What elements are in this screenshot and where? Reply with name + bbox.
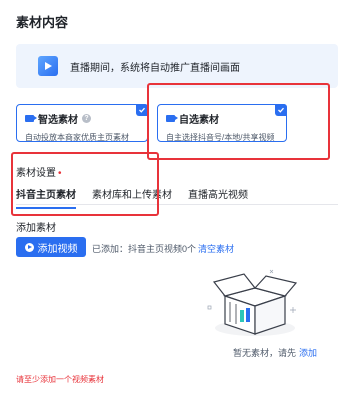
video-camera-icon (166, 115, 178, 122)
added-count-label: 已添加：抖音主页视频0个 (92, 244, 197, 254)
card-custom-material-desc: 自主选择抖音号/本地/共享视频 (166, 133, 275, 142)
video-camera-icon (25, 115, 37, 122)
tab-library-upload[interactable]: 素材库和上传素材 (92, 186, 172, 209)
empty-add-link[interactable]: 添加 (299, 348, 317, 358)
clear-materials-link[interactable]: 清空素材 (198, 244, 234, 254)
settings-label: 素材设置 • (16, 164, 62, 179)
checkmark-icon (136, 104, 148, 116)
section-title: 素材内容 (16, 15, 69, 30)
material-tabs: 抖音主页素材 素材库和上传素材 直播高光视频 (16, 186, 264, 209)
error-message: 请至少添加一个视频素材 (16, 375, 104, 384)
card-smart-material-desc: 自动投放本商家优质主页素材 (25, 133, 129, 142)
add-video-button-label: 添加视频 (37, 243, 78, 255)
live-video-icon (38, 56, 58, 76)
checkmark-icon (275, 104, 287, 116)
play-circle-icon (24, 242, 34, 252)
tab-douyin-home[interactable]: 抖音主页素材 (16, 186, 76, 209)
card-custom-material-title: 自选素材 (179, 115, 219, 126)
tabs-divider (16, 204, 338, 205)
tab-live-highlights[interactable]: 直播高光视频 (188, 186, 248, 209)
required-mark: • (58, 168, 62, 179)
info-banner: 直播期间，系统将自动推广直播间画面 (16, 44, 338, 88)
settings-label-text: 素材设置 (16, 168, 56, 179)
empty-state-text: 暂无素材，请先 添加 (233, 346, 317, 359)
info-banner-text: 直播期间，系统将自动推广直播间画面 (70, 62, 240, 74)
add-material-label: 添加素材 (16, 223, 56, 234)
empty-state-label: 暂无素材，请先 (233, 348, 297, 358)
add-video-button[interactable]: 添加视频 (16, 237, 86, 257)
card-smart-material-title: 智选素材 (38, 115, 78, 126)
added-count-text: 已添加：抖音主页视频0个 清空素材 (92, 242, 234, 255)
card-custom-material[interactable]: 自选素材 自主选择抖音号/本地/共享视频 (157, 104, 287, 142)
card-smart-material[interactable]: 智选素材 ? 自动投放本商家优质主页素材 (16, 104, 148, 142)
help-icon[interactable]: ? (82, 114, 91, 123)
empty-box-illustration (207, 269, 298, 336)
